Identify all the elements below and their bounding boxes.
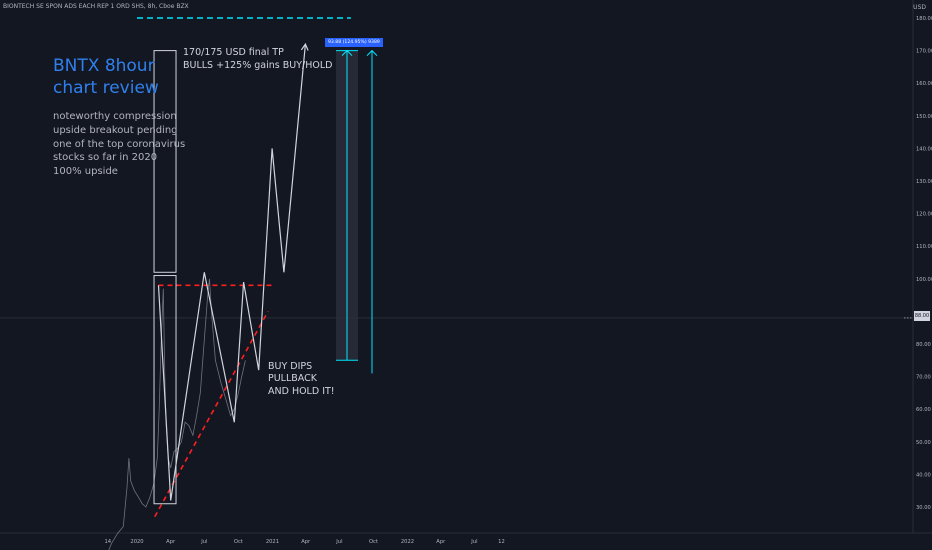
x-tick-label: Oct	[234, 539, 243, 545]
y-tick-label: 130.00	[916, 179, 932, 185]
x-tick-label: Jul	[335, 539, 342, 545]
y-tick-label: 140.00	[916, 146, 932, 152]
support-dashed-line	[154, 311, 269, 518]
chart: BIONTECH SE SPON ADS EACH REP 1 ORD SHS,…	[0, 0, 932, 550]
x-tick-label: 2021	[266, 539, 279, 545]
y-tick-label: 160.00	[916, 81, 932, 87]
x-tick-label: Apr	[301, 539, 311, 545]
y-tick-label: 110.00	[916, 244, 932, 250]
y-tick-label: 70.00	[916, 375, 931, 381]
annotation-title: BNTX 8hour chart review	[53, 56, 159, 98]
last-price-badge: 88.00	[914, 311, 930, 321]
x-tick-label: Oct	[369, 539, 378, 545]
x-tick-label: Apr	[436, 539, 446, 545]
x-tick-label: 14	[104, 539, 111, 545]
x-tick-label: 2022	[401, 539, 414, 545]
y-tick-label: 100.00	[916, 277, 932, 283]
x-tick-label: Apr	[166, 539, 176, 545]
y-tick-label: 50.00	[916, 440, 931, 446]
annotation-buy-dips: BUY DIPS PULLBACK AND HOLD IT!	[268, 361, 335, 397]
x-tick-label: 12	[498, 539, 505, 545]
x-tick-label: Jul	[470, 539, 477, 545]
annotation-target: 170/175 USD final TP BULLS +125% gains B…	[183, 47, 333, 71]
y-tick-label: 60.00	[916, 407, 931, 413]
y-tick-label: 40.00	[916, 472, 931, 478]
annotation-notes: noteworthy compression upside breakout p…	[53, 111, 186, 178]
y-tick-label: 180.00	[916, 16, 932, 22]
y-tick-label: 150.00	[916, 114, 932, 120]
x-tick-label: 2020	[130, 539, 143, 545]
y-tick-label: 30.00	[916, 505, 931, 511]
x-tick-label: Jul	[200, 539, 207, 545]
y-tick-label: 80.00	[916, 342, 931, 348]
y-tick-label: 120.00	[916, 212, 932, 218]
y-tick-label: 170.00	[916, 49, 932, 55]
measure-badge: 93.88 (124.95%) 9389	[325, 38, 383, 47]
